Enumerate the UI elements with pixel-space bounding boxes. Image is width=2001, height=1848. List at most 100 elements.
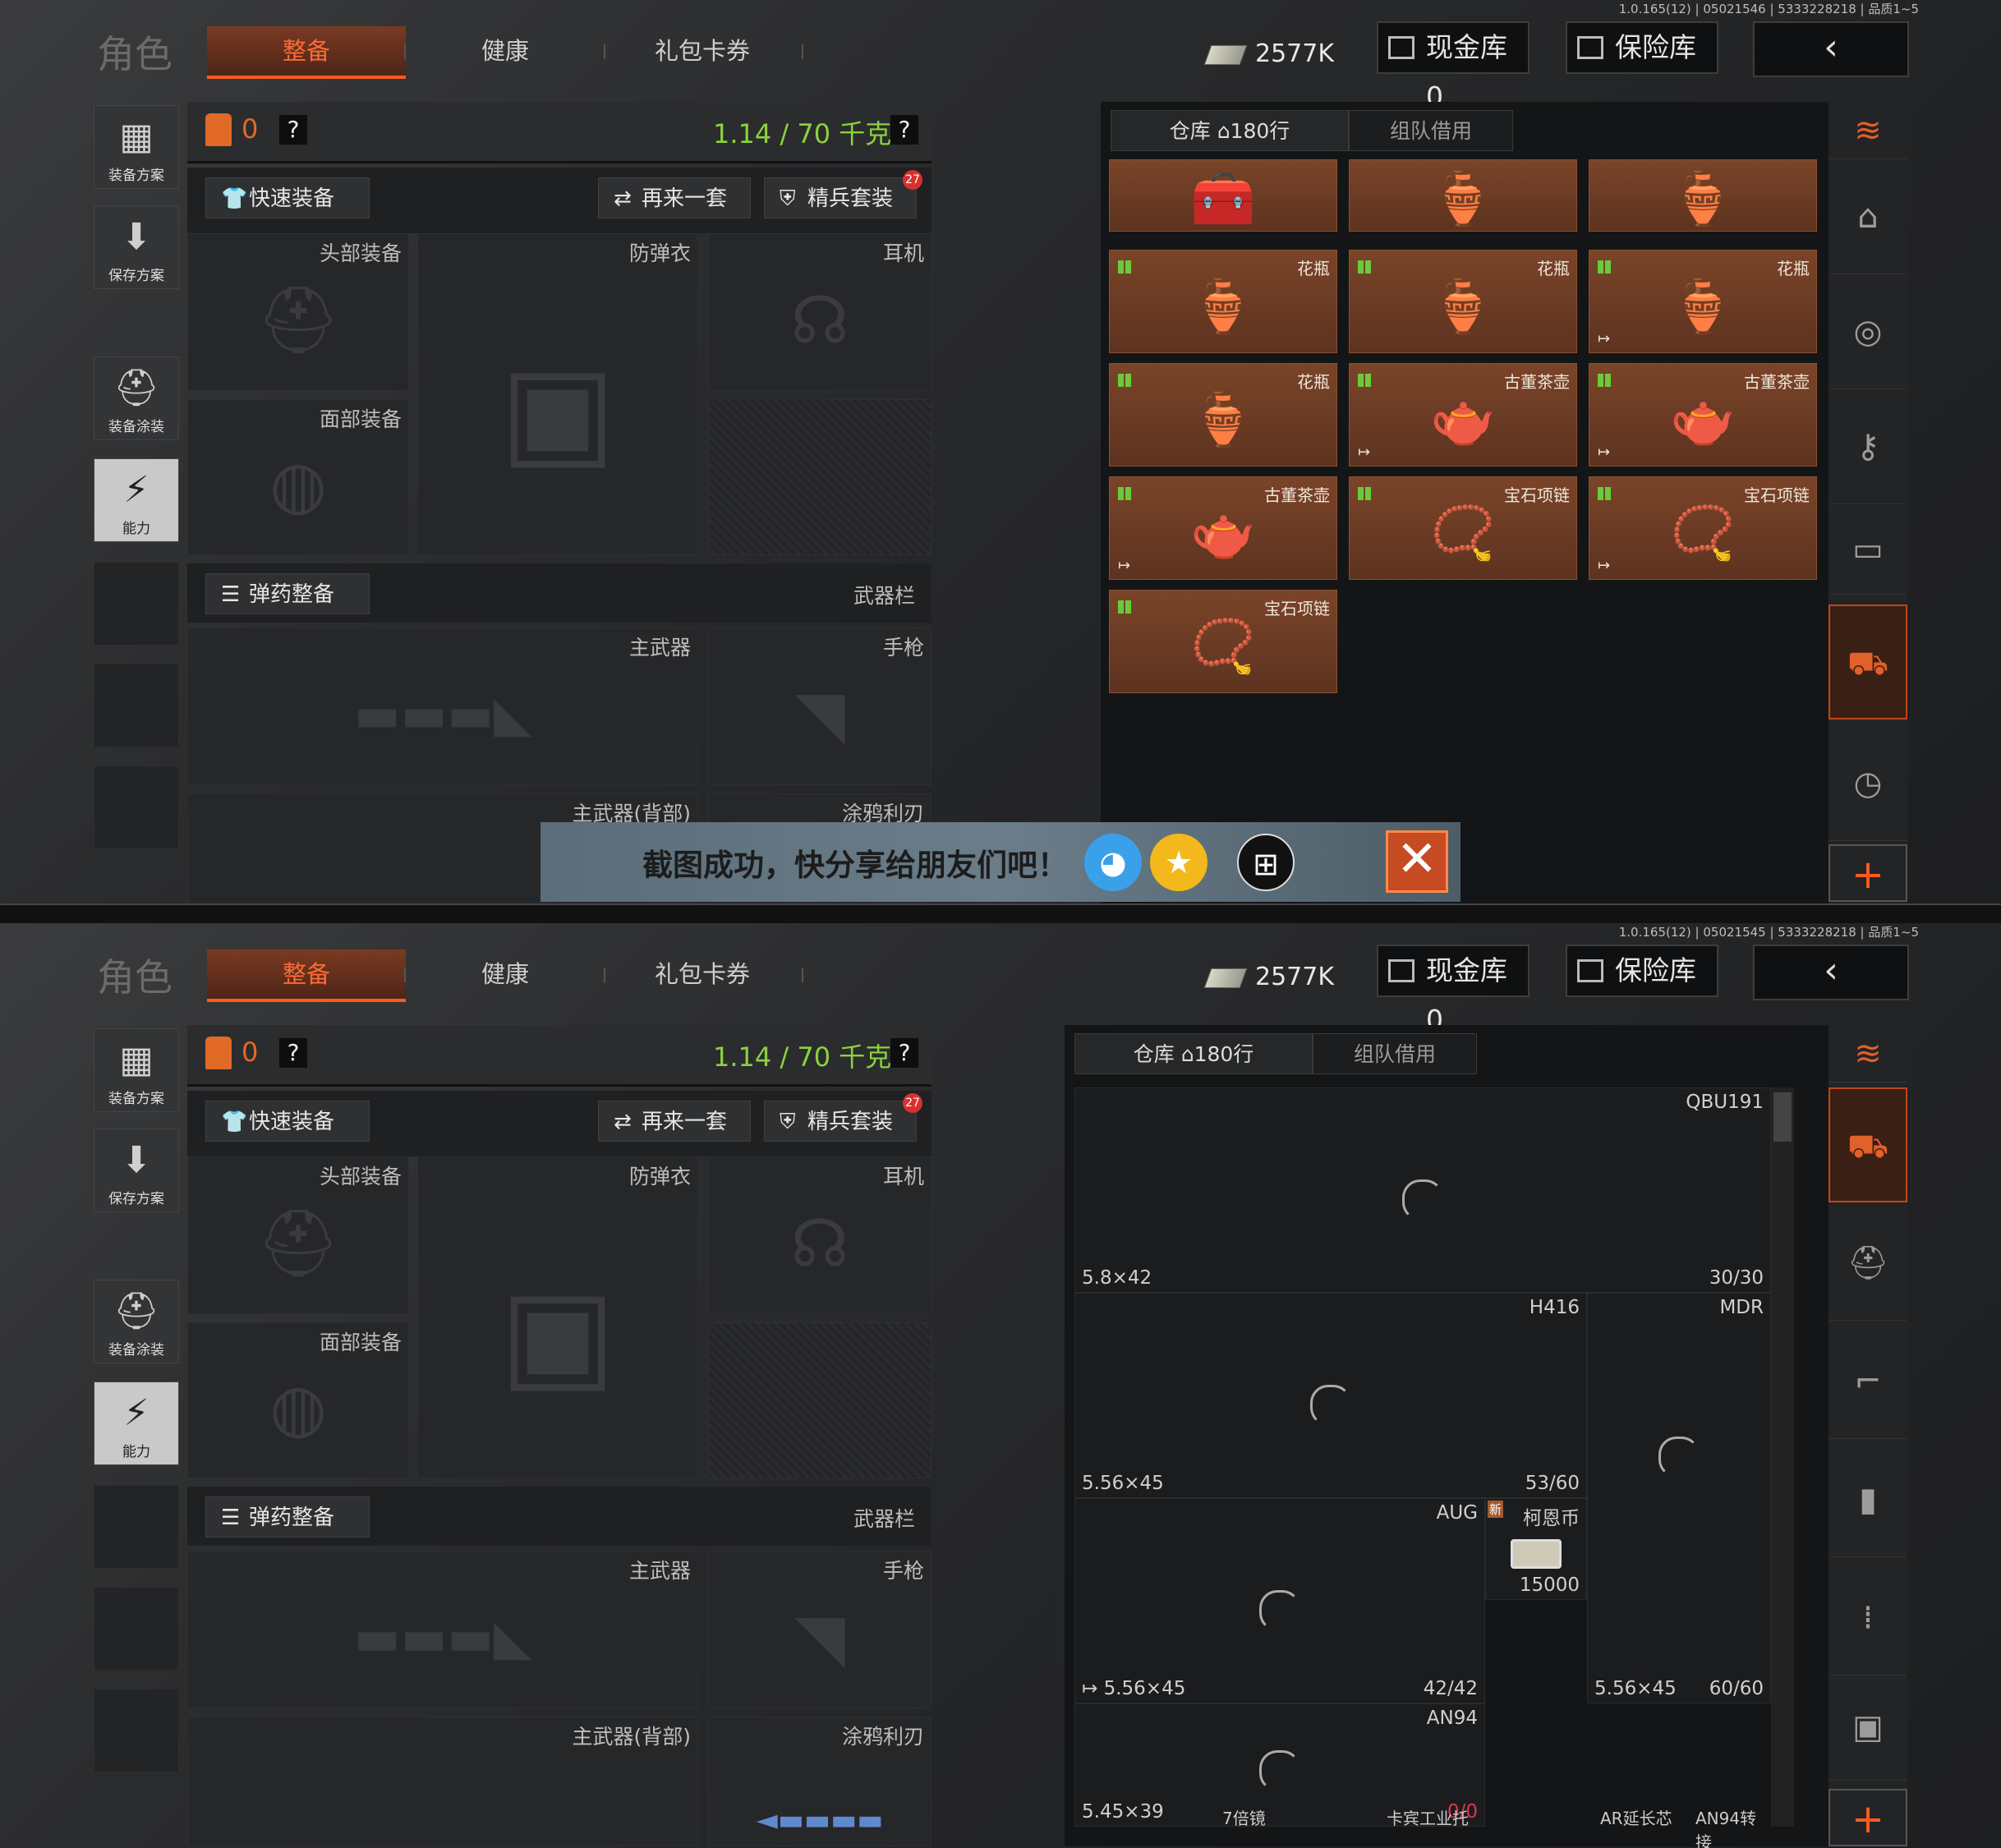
skin-button[interactable]: ⛑ 装备涂装 bbox=[94, 1280, 179, 1363]
pistol-slot[interactable]: 手枪 ◥ bbox=[708, 1551, 932, 1708]
storage-item[interactable]: 🧰 bbox=[1109, 159, 1337, 232]
primary-slot[interactable]: 主武器 ▬▬▬◣ bbox=[187, 627, 698, 785]
home-icon: ⌂ bbox=[1180, 1042, 1194, 1066]
melee-slot[interactable]: 涂鸦利刃 ◄▬▬▬▬ bbox=[708, 1717, 932, 1846]
info-bar: 0 ? 1.14 / 70 千克 ? bbox=[187, 1025, 932, 1087]
coins-icon[interactable]: ◎ bbox=[1828, 274, 1907, 389]
storage-item[interactable]: 花瓶 🏺 bbox=[1109, 363, 1337, 467]
scrollbar[interactable] bbox=[1771, 1087, 1794, 1827]
weight-help-button[interactable]: ? bbox=[890, 1038, 918, 1068]
tab-health[interactable]: 健康 bbox=[444, 949, 567, 999]
elite-set-button[interactable]: ⛨ 精兵套装 27 bbox=[764, 170, 922, 218]
back-button[interactable]: ‹ bbox=[1753, 945, 1909, 1000]
ammo-button[interactable]: ☰ 弹药整备 bbox=[205, 573, 370, 614]
home-icon[interactable]: ⌂ bbox=[1828, 159, 1907, 274]
headset-icon: ☊ bbox=[790, 1205, 849, 1281]
earphone-slot[interactable]: 耳机 ☊ bbox=[708, 233, 932, 391]
share-toast: 截图成功，快分享给朋友们吧！ ◕ ★ ⊞ ✕ bbox=[540, 822, 1460, 902]
safe-button[interactable]: 保险库 bbox=[1566, 945, 1718, 997]
bag-icon[interactable]: ⛟ bbox=[1828, 1087, 1907, 1202]
storage-item[interactable]: 宝石项链 ↦ 📿 bbox=[1589, 476, 1817, 580]
tab-gift[interactable]: 礼包卡券 bbox=[641, 949, 764, 999]
armor-icon[interactable]: ▣ bbox=[1828, 1674, 1907, 1781]
magazine-icon[interactable]: ▮ bbox=[1828, 1442, 1907, 1557]
again-button[interactable]: ⇄ 再来一套 bbox=[598, 177, 751, 218]
tab-equip[interactable]: 整备 bbox=[207, 949, 406, 1002]
storage-item[interactable]: 古董茶壶 ↦ 🫖 bbox=[1589, 363, 1817, 467]
primary-back-slot[interactable]: 主武器(背部) bbox=[187, 1717, 698, 1846]
storage-item[interactable]: 古董茶壶 ↦ 🫖 bbox=[1109, 476, 1337, 580]
safe-button[interactable]: 保险库 bbox=[1566, 21, 1718, 74]
tab-team-borrow[interactable]: 组队借用 bbox=[1349, 110, 1513, 151]
storage-item[interactable]: 🏺 bbox=[1349, 159, 1577, 232]
skin-button[interactable]: ⛑ 装备涂装 bbox=[94, 356, 179, 440]
help-button[interactable]: ? bbox=[279, 115, 307, 145]
again-button[interactable]: ⇄ 再来一套 bbox=[598, 1101, 751, 1142]
pistol-slot[interactable]: 手枪 ◥ bbox=[708, 627, 932, 785]
weapon-cell-aug[interactable]: AUG ↦ 5.56×45 42/42 bbox=[1074, 1498, 1485, 1703]
bullet-icon[interactable]: ⁞ bbox=[1828, 1561, 1907, 1676]
grid-mark-icon bbox=[1358, 487, 1371, 500]
action-row: 👕 快速装备 ⇄ 再来一套 ⛨ 精兵套装 27 bbox=[187, 168, 932, 233]
cash-vault-button[interactable]: 现金库 0 bbox=[1377, 945, 1530, 1036]
help-button[interactable]: ? bbox=[279, 1038, 307, 1068]
weapon-cell-h416[interactable]: H416 5.56×45 53/60 bbox=[1074, 1293, 1587, 1498]
weight-help-button[interactable]: ? bbox=[890, 115, 918, 145]
plan-button[interactable]: ▦ 装备方案 bbox=[94, 105, 179, 189]
ammo-button[interactable]: ☰ 弹药整备 bbox=[205, 1496, 370, 1538]
helmet-icon[interactable]: ⛑ bbox=[1828, 1206, 1907, 1321]
tab-team-borrow[interactable]: 组队借用 bbox=[1313, 1033, 1477, 1074]
head-slot[interactable]: 头部装备 ⛑ bbox=[187, 233, 409, 391]
vest-icon bbox=[205, 1037, 232, 1069]
weapon-cell-qbu191[interactable]: QBU191 5.8×42 30/30 bbox=[1074, 1087, 1771, 1293]
tab-gift[interactable]: 礼包卡券 bbox=[641, 26, 764, 76]
storage-item[interactable]: 花瓶 🏺 bbox=[1349, 250, 1577, 353]
share-icon[interactable]: ⊞ bbox=[1237, 834, 1295, 891]
storage-item[interactable]: 宝石项链 📿 bbox=[1109, 590, 1337, 693]
armor-slot[interactable]: 防弹衣 ▣ bbox=[417, 1156, 698, 1478]
quick-equip-button[interactable]: 👕 快速装备 bbox=[205, 1101, 370, 1142]
back-button[interactable]: ‹ bbox=[1753, 21, 1909, 77]
currency-cell-coin[interactable]: 新柯恩币 15000 bbox=[1485, 1498, 1587, 1600]
sort-icon[interactable]: ≋ bbox=[1828, 102, 1907, 159]
primary-slot[interactable]: 主武器 ▬▬▬◣ bbox=[187, 1551, 698, 1708]
head-slot[interactable]: 头部装备 ⛑ bbox=[187, 1156, 409, 1314]
bag-icon[interactable]: ⛟ bbox=[1828, 605, 1907, 719]
tab-health[interactable]: 健康 bbox=[444, 26, 567, 76]
close-icon[interactable]: ✕ bbox=[1386, 830, 1448, 893]
armor-slot[interactable]: 防弹衣 ▣ bbox=[417, 233, 698, 555]
plan-button[interactable]: ▦ 装备方案 bbox=[94, 1028, 179, 1112]
face-slot[interactable]: 面部装备 ◍ bbox=[187, 399, 409, 555]
ability-button[interactable]: ⚡ 能力 bbox=[94, 458, 179, 542]
storage-item[interactable]: 花瓶 🏺 bbox=[1109, 250, 1337, 353]
elite-set-button[interactable]: ⛨ 精兵套装 27 bbox=[764, 1093, 922, 1142]
save-plan-button[interactable]: ⬇ 保存方案 bbox=[94, 1129, 179, 1212]
left-sidebar: ▦ 装备方案 ⬇ 保存方案 ⛑ 装备涂装 ⚡ 能力 bbox=[94, 105, 179, 902]
storage-item[interactable]: 古董茶壶 ↦ 🫖 bbox=[1349, 363, 1577, 467]
weapon-cell-mdr[interactable]: MDR 5.56×45 60/60 bbox=[1587, 1293, 1771, 1703]
ability-button[interactable]: ⚡ 能力 bbox=[94, 1381, 179, 1465]
star-icon[interactable]: ★ bbox=[1150, 834, 1208, 891]
tab-storage[interactable]: 仓库 ⌂180行 bbox=[1074, 1033, 1313, 1074]
cash-icon[interactable]: ▭ bbox=[1828, 504, 1907, 595]
earphone-slot[interactable]: 耳机 ☊ bbox=[708, 1156, 932, 1314]
key-icon[interactable]: ⚷ bbox=[1828, 389, 1907, 504]
clock-icon[interactable]: ◷ bbox=[1828, 726, 1907, 841]
add-icon[interactable]: + bbox=[1828, 844, 1907, 902]
storage-item[interactable]: 花瓶 ↦ 🏺 bbox=[1589, 250, 1817, 353]
add-icon[interactable]: + bbox=[1828, 1789, 1907, 1846]
sort-icon[interactable]: ≋ bbox=[1828, 1025, 1907, 1083]
quick-equip-button[interactable]: 👕 快速装备 bbox=[205, 177, 370, 218]
qq-icon[interactable]: ◕ bbox=[1084, 834, 1142, 891]
cash-vault-button[interactable]: 现金库 0 bbox=[1377, 21, 1530, 113]
storage-item[interactable]: 宝石项链 📿 bbox=[1349, 476, 1577, 580]
face-slot[interactable]: 面部装备 ◍ bbox=[187, 1322, 409, 1478]
helmet-icon: ⛑ bbox=[113, 1290, 159, 1332]
tab-storage[interactable]: 仓库 ⌂180行 bbox=[1111, 110, 1349, 151]
storage-item[interactable]: 🏺 bbox=[1589, 159, 1817, 232]
tab-equip[interactable]: 整备 bbox=[207, 26, 406, 79]
rifle-icon[interactable]: ⌐ bbox=[1828, 1324, 1907, 1439]
info-bar: 0 ? 1.14 / 70 千克 ? bbox=[187, 102, 932, 163]
scroll-thumb[interactable] bbox=[1773, 1092, 1792, 1142]
save-plan-button[interactable]: ⬇ 保存方案 bbox=[94, 205, 179, 289]
